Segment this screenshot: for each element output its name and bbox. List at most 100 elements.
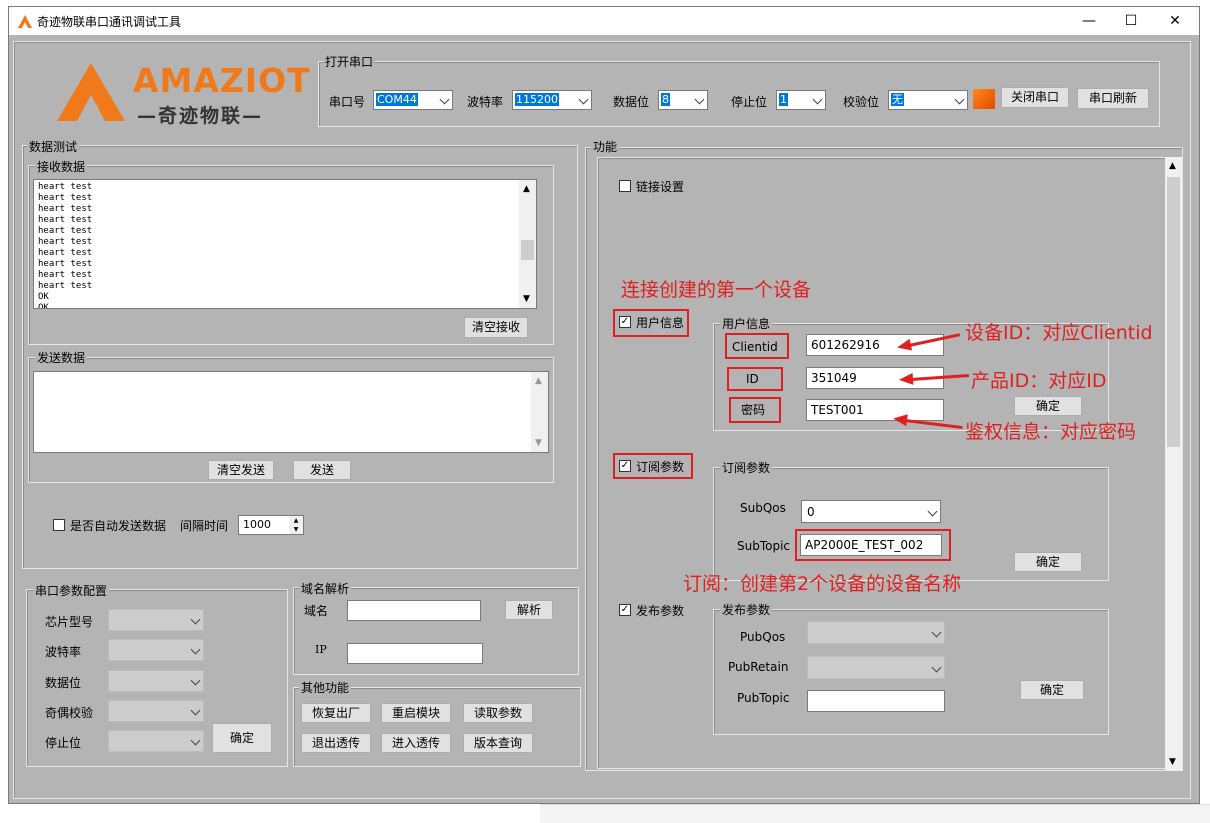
send-textarea[interactable]: ▲ ▼ (33, 371, 549, 453)
read-params-button[interactable]: 读取参数 (463, 703, 533, 723)
function-group-title: 功能 (591, 138, 620, 155)
annotation-device-id: 设备ID：对应Clientid (965, 322, 1153, 344)
cfg-parity-select[interactable] (108, 700, 204, 722)
subqos-label: SubQos (740, 501, 786, 515)
subqos-select[interactable]: 0 (801, 500, 941, 523)
title-bar: 奇迹物联串口通讯调试工具 — ☐ ✕ (9, 7, 1199, 35)
clear-send-button[interactable]: 清空发送 (208, 460, 274, 480)
enter-passthrough-button[interactable]: 进入透传 (381, 733, 451, 753)
chevron-down-icon (190, 675, 201, 686)
recv-scrollbar[interactable]: ▲ ▼ (519, 180, 536, 308)
recv-log-line: heart test (38, 204, 93, 214)
pubretain-select[interactable] (807, 656, 945, 679)
recv-log-line: OK (38, 303, 49, 308)
chevron-down-icon (931, 627, 942, 637)
function-scroll-thumb[interactable] (1167, 177, 1180, 447)
refresh-port-button[interactable]: 串口刷新 (1077, 88, 1149, 109)
annotation-subscribe: 订阅：创建第2个设备的设备名称 (683, 573, 962, 595)
factory-reset-button[interactable]: 恢复出厂 (301, 703, 371, 723)
send-group-title: 发送数据 (35, 349, 88, 366)
scroll-up-icon: ▲ (1169, 161, 1176, 171)
chevron-down-icon (190, 705, 201, 716)
cfg-ok-button[interactable]: 确定 (212, 723, 272, 753)
main-window: 奇迹物联串口通讯调试工具 — ☐ ✕ AMAZIOT —奇迹物联— 打开串口 串… (8, 6, 1200, 804)
cfg-databits-select[interactable] (108, 670, 204, 692)
port-label: 串口号 (329, 95, 366, 109)
stopbits-label: 停止位 (731, 95, 768, 109)
background-window-strip (540, 804, 1210, 823)
interval-stepper[interactable]: ▲ ▼ (289, 516, 303, 534)
publish-label: 发布参数 (636, 604, 685, 618)
resolve-button[interactable]: 解析 (505, 600, 553, 620)
chip-select[interactable] (108, 609, 204, 631)
recv-textarea[interactable]: heart test heart test heart test heart test… (33, 179, 537, 309)
baud-label: 波特率 (467, 95, 504, 109)
send-scrollbar[interactable]: ▲ ▼ (531, 372, 548, 452)
ip-input[interactable] (347, 643, 483, 664)
parity-select[interactable]: 无 (888, 90, 968, 110)
chevron-down-icon (927, 506, 938, 516)
clientid-input[interactable]: 601262916 (806, 334, 944, 356)
amaziot-logo-icon (57, 63, 125, 121)
annotation-auth: 鉴权信息：对应密码 (965, 421, 1137, 443)
chevron-down-icon (439, 94, 450, 105)
logo-wordmark: AMAZIOT (133, 61, 311, 100)
recv-log-line: heart test (38, 215, 93, 225)
minimize-button[interactable]: — (1069, 10, 1109, 32)
baud-select[interactable]: 115200 (512, 90, 592, 110)
password-label: 密码 (741, 403, 766, 417)
publish-ok-button[interactable]: 确定 (1020, 680, 1084, 700)
annotation-connect-first: 连接创建的第一个设备 (621, 279, 812, 301)
maximize-button[interactable]: ☐ (1111, 10, 1151, 32)
user-info-checkbox[interactable]: ✓ (619, 316, 631, 328)
user-info-ok-button[interactable]: 确定 (1014, 396, 1082, 416)
cfg-stopbits-select[interactable] (108, 730, 204, 752)
stopbits-select[interactable]: 1 (776, 90, 826, 110)
clear-recv-button[interactable]: 清空接收 (464, 317, 528, 338)
chevron-down-icon (931, 662, 942, 672)
other-group (293, 687, 581, 767)
close-button[interactable]: ✕ (1155, 10, 1195, 32)
subtopic-label: SubTopic (737, 539, 791, 553)
recv-scroll-thumb[interactable] (521, 240, 534, 260)
link-settings-label: 链接设置 (636, 180, 685, 194)
scroll-down-icon: ▼ (1169, 757, 1176, 767)
cfg-baud-select[interactable] (108, 639, 204, 661)
window-title: 奇迹物联串口通讯调试工具 (37, 15, 182, 29)
exit-passthrough-button[interactable]: 退出透传 (301, 733, 371, 753)
recv-log-line: heart test (38, 248, 93, 258)
pubtopic-input[interactable] (807, 690, 945, 712)
recv-log-line: heart test (38, 226, 93, 236)
link-settings-checkbox[interactable] (619, 180, 631, 192)
scroll-up-icon: ▲ (535, 376, 542, 386)
chip-label: 芯片型号 (45, 615, 94, 629)
other-group-title: 其他功能 (299, 679, 352, 696)
subscribe-ok-button[interactable]: 确定 (1014, 552, 1082, 572)
subtopic-input[interactable]: AP2000E_TEST_002 (800, 534, 942, 556)
close-port-button[interactable]: 关闭串口 (1001, 87, 1069, 108)
subscribe-checkbox[interactable]: ✓ (619, 460, 631, 472)
password-input[interactable]: TEST001 (806, 399, 944, 421)
recv-log-line: heart test (38, 237, 93, 247)
function-scrollbar[interactable]: ▲ ▼ (1165, 157, 1182, 771)
send-button[interactable]: 发送 (293, 460, 351, 480)
auto-send-checkbox[interactable] (53, 519, 65, 531)
dns-group-title: 域名解析 (299, 580, 352, 597)
chevron-down-icon (694, 94, 705, 105)
databits-select[interactable]: 8 (658, 90, 708, 110)
annotation-product-id: 产品ID：对应ID (971, 370, 1107, 392)
recv-log-line: heart test (38, 259, 93, 269)
databits-label: 数据位 (613, 95, 650, 109)
port-select[interactable]: COM44 (373, 90, 453, 110)
chevron-down-icon (954, 94, 965, 105)
cfg-baud-label: 波特率 (45, 645, 82, 659)
reboot-button[interactable]: 重启模块 (381, 703, 451, 723)
pubtopic-label: PubTopic (737, 691, 790, 705)
pubqos-select[interactable] (807, 621, 945, 644)
chevron-down-icon (190, 735, 201, 746)
domain-input[interactable] (347, 600, 481, 621)
interval-label: 间隔时间 (180, 519, 229, 533)
version-query-button[interactable]: 版本查询 (463, 733, 533, 753)
app-logo-icon (18, 15, 32, 28)
publish-checkbox[interactable]: ✓ (619, 604, 631, 616)
